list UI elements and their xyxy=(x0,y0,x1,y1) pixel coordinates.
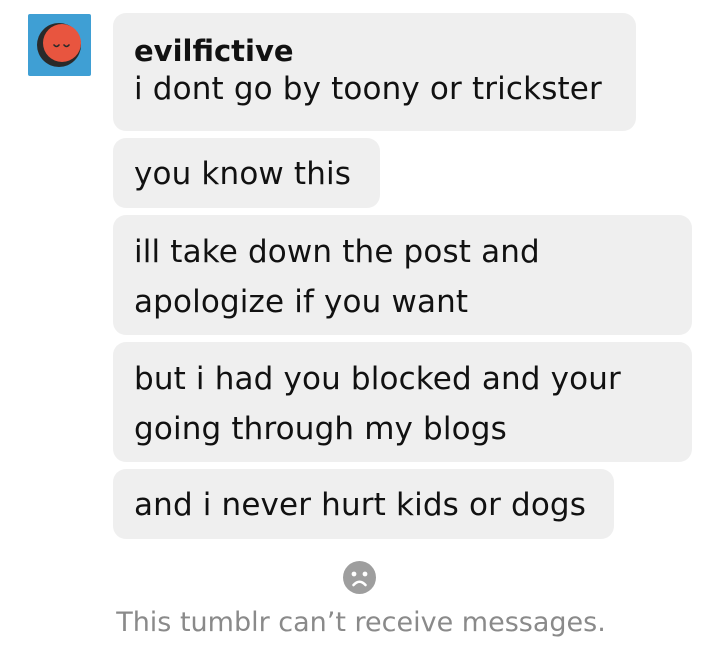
message-text-line: apologize if you want xyxy=(134,284,469,320)
message-text: i dont go by toony or trickster xyxy=(134,71,602,107)
message-text-line: going through my blogs xyxy=(134,411,507,447)
message-bubble: but i had you blocked and your going thr… xyxy=(113,342,692,462)
message-text: you know this xyxy=(134,156,352,192)
message-bubble: and i never hurt kids or dogs xyxy=(113,469,614,539)
message-text: and i never hurt kids or dogs xyxy=(134,487,587,523)
message-text-line: but i had you blocked and your xyxy=(134,361,621,397)
sad-face-icon xyxy=(343,561,376,594)
message-bubble: evilfictive i dont go by toony or tricks… xyxy=(113,13,636,131)
message-bubble: you know this xyxy=(113,138,380,208)
sleepy-face-avatar-icon xyxy=(37,23,81,67)
message-bubble: ill take down the post and apologize if … xyxy=(113,215,692,335)
sender-avatar[interactable] xyxy=(28,14,91,76)
cannot-receive-messages-notice: This tumblr can’t receive messages. xyxy=(116,607,606,638)
message-text-line: ill take down the post and xyxy=(134,234,540,270)
